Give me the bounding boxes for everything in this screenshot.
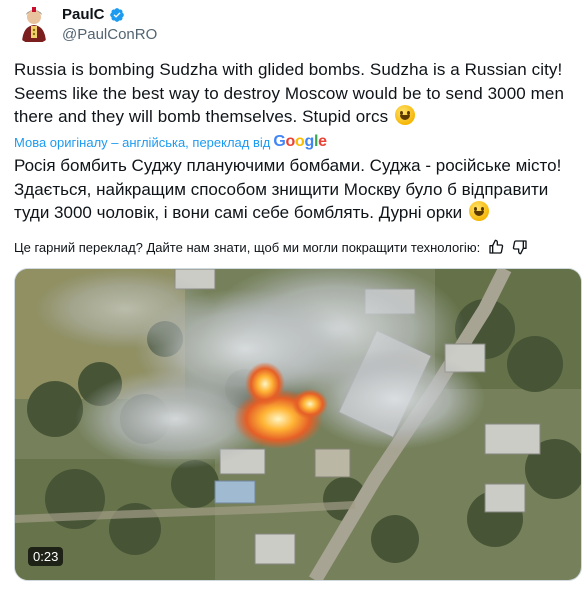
thumbs-up-icon[interactable] bbox=[488, 239, 504, 255]
author-display-name[interactable]: PaulC bbox=[62, 6, 105, 23]
thumbs-down-icon[interactable] bbox=[512, 239, 528, 255]
avatar-illustration bbox=[14, 4, 54, 44]
grinning-face-emoji-icon bbox=[468, 201, 489, 221]
translation-attribution[interactable]: Мова оригіналу – англійська, переклад ві… bbox=[14, 133, 327, 151]
grinning-face-emoji-icon bbox=[395, 105, 416, 125]
tweet-text-translated: Росія бомбить Суджу плануючими бомбами. … bbox=[14, 154, 579, 225]
google-logo-icon: Google bbox=[273, 133, 327, 150]
video-frame-aerial-image bbox=[15, 269, 581, 580]
tweet-text-en: Russia is bombing Sudzha with glided bom… bbox=[14, 60, 565, 126]
translation-feedback: Це гарний переклад? Дайте нам знати, щоб… bbox=[14, 239, 528, 255]
author-handle[interactable]: @PaulConRO bbox=[62, 26, 157, 43]
tweet-text-original: Russia is bombing Sudzha with glided bom… bbox=[14, 58, 574, 129]
translation-label[interactable]: Мова оригіналу – англійська, переклад ві… bbox=[14, 135, 270, 150]
video-player[interactable]: 0:23 bbox=[14, 268, 582, 581]
author-name-row[interactable]: PaulC bbox=[62, 6, 125, 23]
feedback-prompt: Це гарний переклад? Дайте нам знати, щоб… bbox=[14, 239, 481, 255]
verified-badge-icon bbox=[109, 7, 125, 23]
video-duration-badge: 0:23 bbox=[28, 547, 64, 566]
avatar[interactable] bbox=[14, 4, 54, 44]
